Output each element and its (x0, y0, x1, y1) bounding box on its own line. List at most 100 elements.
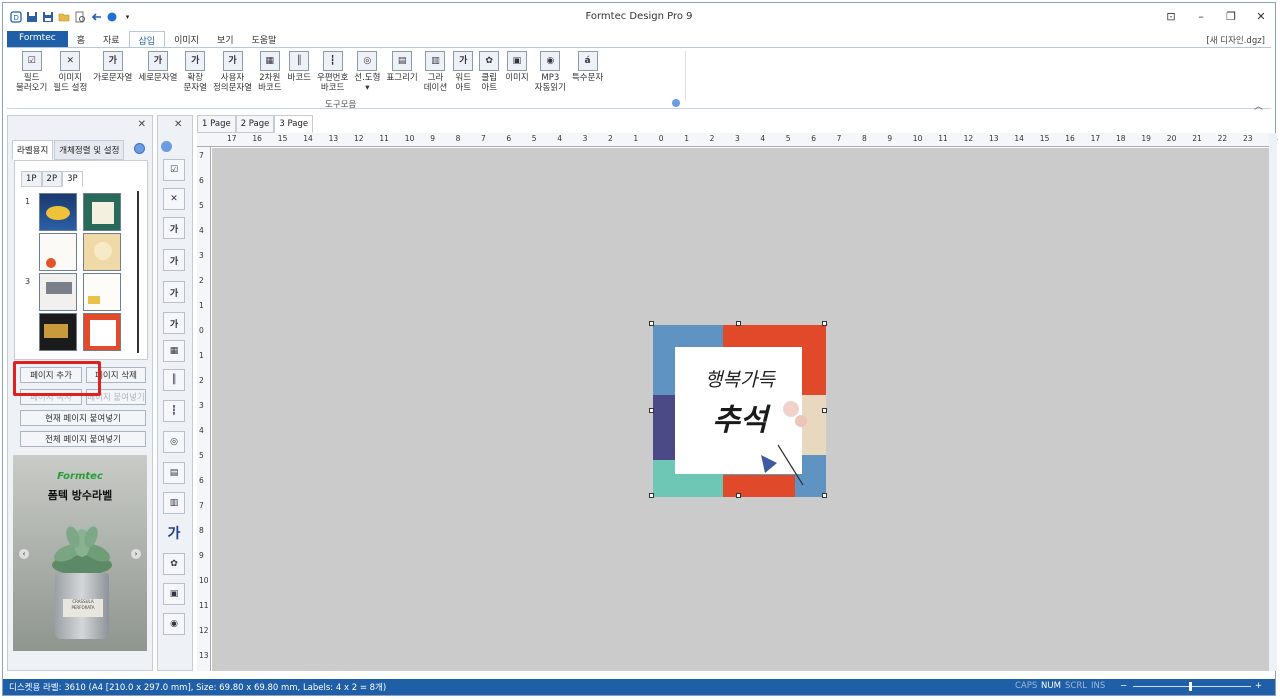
image-field-tool-icon[interactable]: ✕ (163, 188, 185, 210)
horizontal-ruler: 17 16 15 14 13 12 11 10 9 8 7 6 5 4 3 2 1 0 1 2 3 4 5 6 7 8 9 10 11 1… (197, 133, 1278, 147)
ribbon-button-label: 이미지 (505, 73, 529, 83)
special-char-button[interactable]: á 특수문자 (569, 51, 606, 93)
resize-handle[interactable] (822, 493, 827, 498)
toolbox-panel: ✕ ☑ ✕ 가 가 가 가 ▦ ║ ┇ ◎ ▤ ▥ 가 ✿ ▣ ◉ (157, 115, 193, 671)
shape-button[interactable]: ◎ 선.도형 ▾ (351, 51, 383, 93)
label-thumbnail[interactable] (83, 273, 121, 311)
tab-home[interactable]: 홈 (68, 31, 94, 47)
resize-handle[interactable] (649, 493, 654, 498)
vertical-text-tool-icon[interactable]: 가 (163, 249, 185, 271)
extended-text-tool-icon[interactable]: 가 (163, 281, 185, 303)
qr-code-tool-icon[interactable]: ▦ (163, 340, 185, 362)
ruler-tick-label: 1 (684, 134, 689, 143)
zoom-out-icon[interactable]: − (1120, 681, 1127, 691)
ruler-tick-label: 8 (199, 526, 204, 535)
ad-banner[interactable]: Formtec 폼텍 방수라벨 CRASSULA PERFORATA ‹ › (13, 455, 147, 651)
zoom-in-icon[interactable]: + (1255, 681, 1262, 691)
shape-tool-icon[interactable]: ◎ (163, 431, 185, 453)
qr-code-button[interactable]: ▦ 2차원 바코드 (255, 51, 284, 93)
image-button[interactable]: ▣ 이미지 (502, 51, 531, 93)
tab-data[interactable]: 자료 (94, 31, 129, 47)
zoom-slider-thumb[interactable] (1189, 682, 1192, 691)
mp3-read-icon: ◉ (540, 51, 561, 71)
resize-handle[interactable] (822, 321, 827, 326)
label-thumbnail[interactable] (39, 193, 77, 231)
mp3-tool-icon[interactable]: ◉ (163, 613, 185, 635)
postal-barcode-tool-icon[interactable]: ┇ (163, 400, 185, 422)
table-tool-icon[interactable]: ▤ (163, 462, 185, 484)
tab-page-2p[interactable]: 2P (41, 171, 63, 187)
panel-options-icon[interactable] (134, 143, 145, 154)
tab-insert[interactable]: 삽입 (128, 31, 166, 47)
horizontal-text-icon: 가 (102, 51, 123, 71)
label-thumbnail[interactable] (39, 273, 77, 311)
ruler-tick-label: 3 (582, 134, 588, 143)
minimize-icon[interactable]: – (1193, 8, 1209, 24)
resize-handle[interactable] (649, 408, 654, 413)
tab-formtec[interactable]: Formtec (7, 31, 68, 47)
vertical-text-button[interactable]: 가 세로문자열 (135, 51, 180, 93)
zoom-slider[interactable] (1133, 686, 1251, 687)
tab-page-3p[interactable]: 3P (62, 171, 83, 187)
horizontal-text-tool-icon[interactable]: 가 (163, 217, 185, 239)
vertical-scrollbar[interactable] (1269, 133, 1277, 671)
custom-text-button[interactable]: 가 사용자 정의문자열 (210, 51, 255, 93)
horizontal-text-button[interactable]: 가 가로문자열 (90, 51, 135, 93)
label-thumbnail[interactable] (83, 193, 121, 231)
ad-prev-icon[interactable]: ‹ (19, 549, 29, 559)
resize-handle[interactable] (736, 493, 741, 498)
clip-art-button[interactable]: ✿ 클립 아트 (476, 51, 502, 93)
image-field-button[interactable]: ✕ 이미지 필드 설정 (50, 51, 90, 93)
ribbon-options-icon[interactable]: ⊡ (1163, 8, 1179, 24)
label-thumbnail-selected[interactable] (83, 313, 121, 351)
toolbox-options-icon[interactable] (161, 141, 172, 152)
image-tool-icon[interactable]: ▣ (163, 583, 185, 605)
toolbox-close-icon[interactable]: ✕ (174, 119, 182, 130)
tab-image[interactable]: 이미지 (165, 31, 208, 47)
num-indicator: NUM (1041, 681, 1061, 691)
tab-page-3[interactable]: 3 Page (274, 115, 314, 133)
highlight-box (13, 361, 101, 396)
restore-icon[interactable]: ❐ (1223, 8, 1239, 24)
tab-object-align[interactable]: 개체정렬 및 설정 (54, 140, 125, 160)
resize-handle[interactable] (822, 408, 827, 413)
tab-page-1[interactable]: 1 Page (197, 115, 236, 133)
ruler-tick-label: 5 (785, 134, 791, 143)
word-art-button[interactable]: 가 워드 아트 (450, 51, 476, 93)
clip-art-icon: ✿ (479, 51, 500, 71)
resize-handle[interactable] (649, 321, 654, 326)
gradient-button[interactable]: ▥ 그라 데이션 (421, 51, 450, 93)
barcode-button[interactable]: ║ 바코드 (285, 51, 314, 93)
tab-view[interactable]: 보기 (208, 31, 243, 47)
table-button[interactable]: ▤ 표그리기 (383, 51, 420, 93)
mp3-read-button[interactable]: ◉ MP3 자동읽기 (532, 51, 569, 93)
extended-text-button[interactable]: 가 확장 문자열 (180, 51, 209, 93)
barcode-tool-icon[interactable]: ║ (163, 369, 185, 391)
label-thumbnail[interactable] (39, 313, 77, 351)
label-thumbnail[interactable] (39, 233, 77, 271)
ad-next-icon[interactable]: › (131, 549, 141, 559)
postal-barcode-button[interactable]: ┇ 우편번호 바코드 (314, 51, 351, 93)
ribbon-button-label-2: 정의문자열 (212, 83, 253, 93)
panel-close-icon[interactable]: ✕ (138, 119, 146, 130)
label-design-object[interactable]: 행복가득 추석 (653, 325, 826, 497)
word-art-tool-icon[interactable]: 가 (163, 522, 185, 544)
field-load-tool-icon[interactable]: ☑ (163, 159, 185, 181)
close-icon[interactable]: ✕ (1253, 8, 1269, 24)
gradient-tool-icon[interactable]: ▥ (163, 492, 185, 514)
paste-all-pages-button[interactable]: 전체 페이지 붙여넣기 (20, 431, 146, 447)
table-icon: ▤ (392, 51, 413, 71)
group-launcher-icon[interactable] (672, 99, 680, 107)
tab-page-2[interactable]: 2 Page (235, 115, 275, 133)
collapse-ribbon-icon[interactable]: ︿ (1254, 99, 1263, 112)
ruler-tick-label: 15 (277, 134, 288, 143)
field-load-button[interactable]: ☑ 필드 불러오기 (13, 51, 50, 93)
paste-current-page-button[interactable]: 현재 페이지 붙여넣기 (20, 410, 146, 426)
resize-handle[interactable] (736, 321, 741, 326)
label-thumbnail[interactable] (83, 233, 121, 271)
tab-help[interactable]: 도움말 (243, 31, 286, 47)
clip-art-tool-icon[interactable]: ✿ (163, 553, 185, 575)
custom-text-tool-icon[interactable]: 가 (163, 312, 185, 334)
tab-page-1p[interactable]: 1P (21, 171, 42, 187)
tab-label-sheet[interactable]: 라벨용지 (12, 140, 54, 160)
